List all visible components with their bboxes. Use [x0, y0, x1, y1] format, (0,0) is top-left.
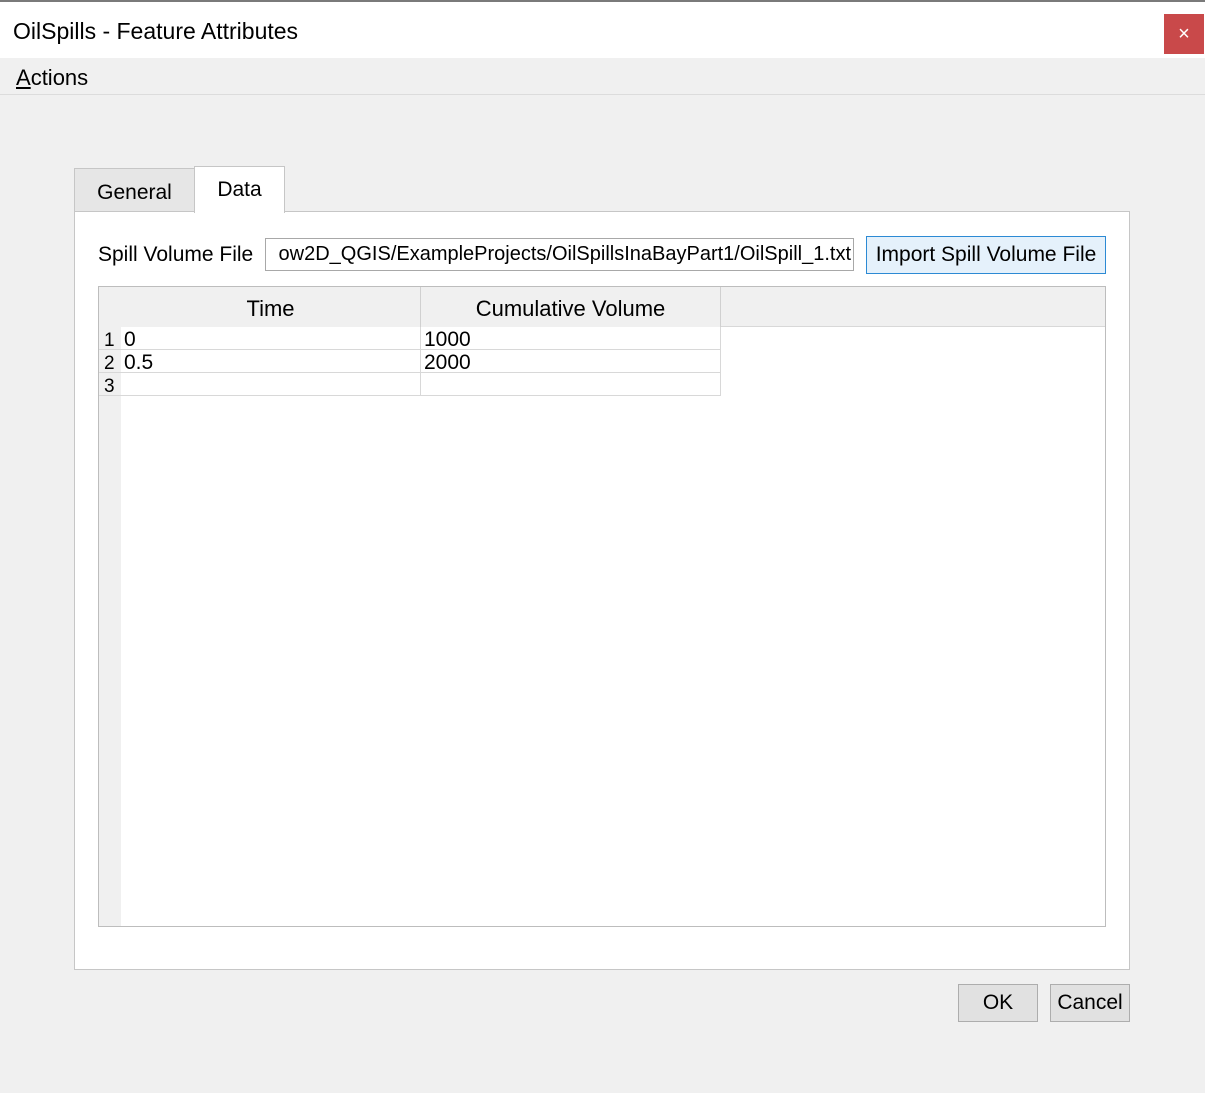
menu-actions-mnemonic: A	[16, 65, 31, 90]
column-header-time[interactable]: Time	[121, 287, 421, 327]
tab-data[interactable]: Data	[194, 166, 285, 213]
menu-actions-label: ctions	[30, 65, 89, 90]
table-cell-volume[interactable]: 2000	[421, 350, 721, 373]
tab-general[interactable]: General	[74, 168, 195, 212]
table-cell-time[interactable]: 0.5	[121, 350, 421, 373]
row-header-gutter	[99, 327, 121, 926]
tab-general-label: General	[97, 181, 172, 204]
table-corner-button[interactable]	[99, 287, 121, 327]
tab-data-label: Data	[217, 178, 262, 201]
menu-bar: Actions	[0, 58, 1205, 95]
import-spill-volume-file-button[interactable]: Import Spill Volume File	[866, 236, 1106, 274]
row-header[interactable]: 2	[99, 350, 121, 373]
column-header-cumulative-volume[interactable]: Cumulative Volume	[421, 287, 721, 327]
table-cell-volume[interactable]: 1000	[421, 327, 721, 350]
spill-volume-file-label: Spill Volume File	[98, 243, 254, 266]
table-cell-volume[interactable]	[421, 373, 721, 396]
spill-volume-table[interactable]: Time Cumulative Volume 1 0 1000 2 0.5 20…	[98, 286, 1106, 927]
spill-volume-file-path: ow2D_QGIS/ExampleProjects/OilSpillsInaBa…	[278, 243, 851, 265]
row-header[interactable]: 1	[99, 327, 121, 350]
row-header[interactable]: 3	[99, 373, 121, 396]
menu-actions[interactable]: Actions	[16, 65, 88, 91]
table-cell-time[interactable]: 0	[121, 327, 421, 350]
close-button[interactable]: ×	[1164, 14, 1204, 54]
close-icon: ×	[1178, 23, 1190, 45]
title-bar: OilSpills - Feature Attributes ×	[0, 0, 1205, 58]
ok-button[interactable]: OK	[958, 984, 1038, 1022]
spill-volume-file-input[interactable]: ow2D_QGIS/ExampleProjects/OilSpillsInaBa…	[265, 238, 854, 271]
cancel-button[interactable]: Cancel	[1050, 984, 1130, 1022]
window-title: OilSpills - Feature Attributes	[13, 18, 299, 44]
table-cell-time[interactable]	[121, 373, 421, 396]
